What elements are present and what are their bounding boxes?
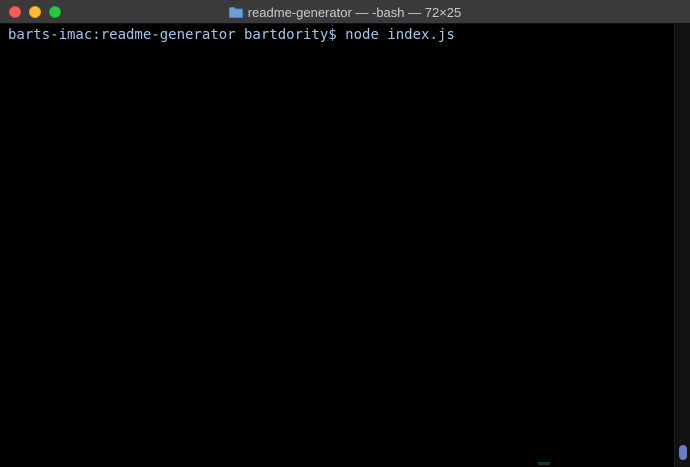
window-title: readme-generator — -bash — 72×25: [0, 0, 690, 24]
title-bar[interactable]: readme-generator — -bash — 72×25: [0, 0, 690, 24]
command-text: node index.js: [345, 27, 455, 43]
terminal-window: readme-generator — -bash — 72×25 barts-i…: [0, 0, 690, 467]
resize-handle[interactable]: [538, 462, 550, 465]
folder-icon: [228, 6, 243, 18]
scrollbar-thumb[interactable]: [679, 445, 687, 460]
terminal-output[interactable]: barts-imac:readme-generator bartdority$ …: [0, 24, 674, 467]
window-title-text: readme-generator — -bash — 72×25: [247, 4, 462, 20]
shell-prompt: barts-imac:readme-generator bartdority$: [8, 27, 337, 43]
scrollbar[interactable]: [674, 24, 690, 467]
